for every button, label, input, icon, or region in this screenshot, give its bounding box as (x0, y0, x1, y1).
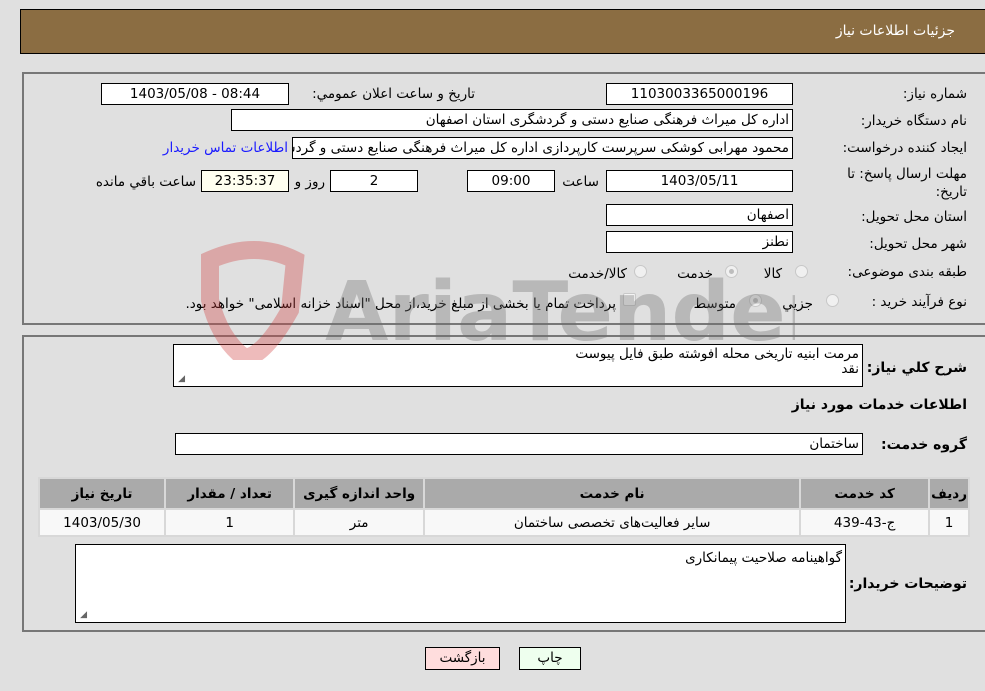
buyer-contact-link[interactable]: اطلاعات تماس خریدار (163, 140, 288, 156)
province-label: استان محل تحویل: (861, 209, 967, 225)
need-number-label: شماره نیاز: (902, 86, 967, 102)
deadline-time-label: ساعت (562, 174, 599, 190)
description-textarea[interactable]: مرمت ابنیه تاریخی محله افوشته طبق فایل پ… (173, 344, 863, 387)
purchase-type-label: نوع فرآیند خرید : (871, 294, 967, 310)
treasury-checkbox[interactable] (623, 293, 636, 306)
cell-row-number: 1 (928, 508, 970, 537)
category-radio-service[interactable] (725, 265, 738, 278)
city-label: شهر محل تحویل: (869, 236, 967, 252)
deadline-date-field: 1403/05/11 (606, 170, 793, 192)
cell-quantity: 1 (164, 508, 296, 537)
resize-grip-icon[interactable]: ◢ (78, 611, 87, 620)
deadline-label: مهلت ارسال پاسخ: تا تاریخ: (847, 166, 967, 200)
service-group-field: ساختمان (175, 433, 863, 455)
buyer-notes-label: توضیحات خریدار: (848, 576, 967, 592)
need-number-field: 1103003365000196 (606, 83, 793, 105)
buyer-org-label: نام دستگاه خریدار: (860, 113, 967, 129)
buyer-notes-textarea[interactable]: گواهینامه صلاحیت پیمانکاری ◢ (75, 544, 846, 623)
col-unit: واحد اندازه گیری (293, 477, 426, 510)
deadline-time-field: 09:00 (467, 170, 555, 192)
purchase-option-medium: متوسط (693, 296, 736, 312)
requester-field: محمود مهرابی کوشکی سرپرست کارپردازی ادار… (292, 137, 793, 159)
table-row: 1 ج-43-439 سایر فعالیت‌های تخصصی ساختمان… (37, 508, 970, 537)
time-remaining-label: ساعت باقي مانده (95, 174, 196, 190)
category-radio-goods-service[interactable] (634, 265, 647, 278)
purchase-option-minor: جزيي (782, 296, 813, 312)
category-option-goods-service: کالا/خدمت (568, 266, 627, 282)
announce-datetime-label: تاریخ و ساعت اعلان عمومي: (312, 86, 475, 102)
city-field: نطنز (606, 231, 793, 253)
col-service-name: نام خدمت (423, 477, 802, 510)
col-need-date: تاریخ نیاز (37, 477, 167, 510)
page-header: جزئیات اطلاعات نیاز (20, 9, 985, 54)
back-button[interactable]: بازگشت (425, 647, 500, 670)
purchase-radio-minor[interactable] (826, 294, 839, 307)
category-label: طبقه بندی موضوعی: (847, 264, 967, 280)
description-label: شرح کلي نياز: (866, 360, 967, 376)
service-group-label: گروه خدمت: (881, 437, 967, 453)
print-button[interactable]: چاپ (519, 647, 581, 670)
table-header-row: ردیف کد خدمت نام خدمت واحد اندازه گیری ت… (37, 477, 970, 510)
time-remaining-field: 23:35:37 (201, 170, 289, 192)
announce-datetime-field: 1403/05/08 - 08:44 (101, 83, 289, 105)
treasury-checkbox-label: پرداخت تمام یا بخشی از مبلغ خرید،از محل … (185, 296, 616, 312)
days-remaining-field: 2 (330, 170, 418, 192)
category-option-goods: کالا (763, 266, 782, 282)
col-service-code: کد خدمت (799, 477, 931, 510)
page-title: جزئیات اطلاعات نیاز (835, 23, 955, 39)
category-option-service: خدمت (677, 266, 713, 282)
cell-need-date: 1403/05/30 (37, 508, 167, 537)
buyer-notes-text: گواهینامه صلاحیت پیمانکاری (685, 550, 842, 566)
cell-unit: متر (293, 508, 426, 537)
description-line-2: نقد (841, 361, 859, 377)
description-line-1: مرمت ابنیه تاریخی محله افوشته طبق فایل پ… (575, 346, 859, 362)
category-radio-goods[interactable] (795, 265, 808, 278)
requester-label: ایجاد کننده درخواست: (842, 140, 967, 156)
services-table: ردیف کد خدمت نام خدمت واحد اندازه گیری ت… (37, 477, 970, 537)
col-quantity: تعداد / مقدار (164, 477, 296, 510)
resize-grip-icon[interactable]: ◢ (176, 375, 185, 384)
col-row-number: ردیف (928, 477, 970, 510)
province-field: اصفهان (606, 204, 793, 226)
cell-service-code: ج-43-439 (799, 508, 931, 537)
days-label: روز و (294, 174, 325, 190)
cell-service-name: سایر فعالیت‌های تخصصی ساختمان (423, 508, 802, 537)
services-section-title: اطلاعات خدمات مورد نياز (791, 397, 967, 413)
purchase-radio-medium[interactable] (749, 294, 762, 307)
buyer-org-field: اداره کل میراث فرهنگی صنایع دستی و گردشگ… (231, 109, 793, 131)
